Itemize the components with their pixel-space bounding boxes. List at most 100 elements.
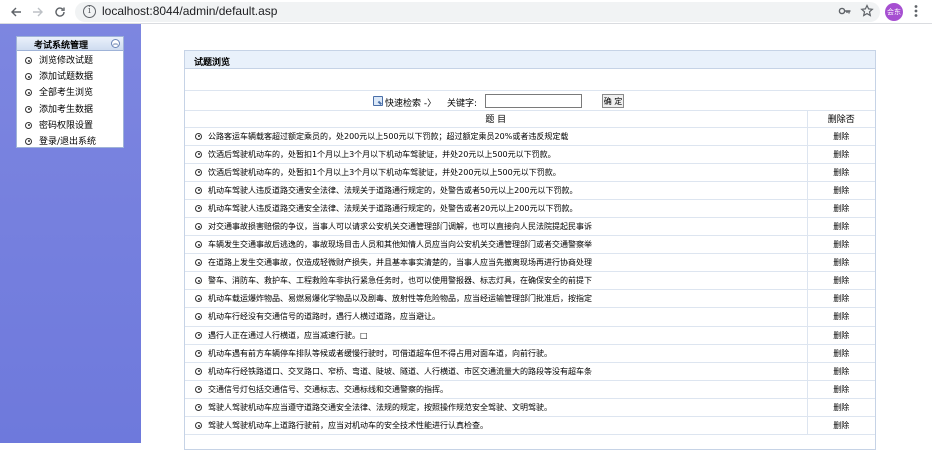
bullet-icon [195, 132, 202, 140]
bullet-icon [25, 89, 32, 97]
delete-link[interactable]: 删除 [807, 398, 875, 418]
table-row: 公路客运车辆载客超过额定乘员的，处200元以上500元以下罚款；超过额定乘员20… [185, 127, 875, 146]
bullet-icon [195, 204, 202, 212]
sidebar-item-label[interactable]: 登录/退出系统 [39, 137, 96, 147]
delete-link[interactable]: 删除 [807, 344, 875, 363]
panel-spacer [185, 69, 875, 91]
question-text[interactable]: 驾驶人驾驶机动车上道路行驶前，应当对机动车的安全技术性能进行认真检查。 [208, 421, 488, 430]
reload-icon[interactable] [51, 3, 69, 21]
question-text[interactable]: 对交通事故损害赔偿的争议，当事人可以请求公安机关交通管理部门调解，也可以直接向人… [208, 222, 592, 231]
address-url[interactable]: localhost:8044/admin/default.asp [102, 4, 277, 18]
delete-link[interactable]: 删除 [807, 326, 875, 345]
keyword-input[interactable] [485, 94, 582, 108]
delete-link[interactable]: 删除 [807, 181, 875, 200]
table-row: 机动车遇有前方车辆停车排队等候或者缓慢行驶时，可借道超车但不得占用对面车道，向前… [185, 344, 875, 363]
key-icon[interactable] [838, 3, 852, 22]
sidebar-item-login-logout[interactable]: 登录/退出系统 [17, 134, 123, 150]
sidebar-item-add-questions[interactable]: 添加试题数据 [17, 69, 123, 85]
address-bar[interactable]: i localhost:8044/admin/default.asp [75, 2, 880, 22]
table-row: 机动车驾驶人违反道路交通安全法律、法规关于道路通行规定的，处警告或者50元以上2… [185, 181, 875, 200]
table-row: 机动车载运爆炸物品、易燃易爆化学物品以及剧毒、放射性等危险物品，应当经运输管理部… [185, 289, 875, 309]
question-text[interactable]: 机动车驾驶人违反道路交通安全法律、法规关于道路通行规定的，处警告或者20元以上2… [208, 204, 577, 213]
question-cell: 机动车遇有前方车辆停车排队等候或者缓慢行驶时，可借道超车但不得占用对面车道，向前… [185, 344, 808, 363]
sidebar-item-label[interactable]: 密码权限设置 [39, 121, 93, 131]
forward-arrow-icon[interactable] [29, 3, 47, 21]
sidebar-item-label[interactable]: 添加考生数据 [39, 105, 93, 115]
delete-link[interactable]: 删除 [807, 217, 875, 237]
question-text[interactable]: 机动车驾驶人违反道路交通安全法律、法规关于道路通行规定的，处警告或者50元以上2… [208, 186, 577, 195]
question-text[interactable]: 在道路上发生交通事故，仅造成轻微财产损失，并且基本事实清楚的，当事人应当先撤离现… [208, 258, 592, 267]
sidebar-item-browse-questions[interactable]: 浏览修改试题 [17, 53, 123, 69]
delete-link[interactable]: 删除 [807, 362, 875, 381]
sidebar-item-label[interactable]: 添加试题数据 [39, 72, 93, 82]
delete-link[interactable]: 删除 [807, 307, 875, 327]
sidebar-item-label[interactable]: 全部考生浏览 [39, 88, 93, 98]
column-header-delete: 删除否 [807, 111, 875, 128]
question-text[interactable]: 交通信号灯包括交通信号、交通标志、交通标线和交通警察的指挥。 [208, 385, 448, 394]
kebab-menu-icon[interactable] [913, 3, 919, 22]
table-row: 遇行人正在通过人行横道，应当减速行驶。□ 删除 [185, 326, 875, 345]
table-row: 饮酒后驾驶机动车的，处暂扣1个月以上3个月以下机动车驾驶证，并处20元以上500… [185, 145, 875, 164]
panel-header: 试题浏览 [185, 51, 875, 69]
main-content: 试题浏览 快速检索 -〉 关键字: 确 定 题 目 删除否 公路客运车辆载客超过… [141, 24, 932, 450]
delete-link[interactable]: 删除 [807, 127, 875, 146]
question-text[interactable]: 机动车行经铁路道口、交叉路口、窄桥、弯道、陡坡、隧道、人行横道、市区交通流量大的… [208, 367, 592, 376]
question-cell: 对交通事故损害赔偿的争议，当事人可以请求公安机关交通管理部门调解，也可以直接向人… [185, 217, 808, 237]
question-text[interactable]: 机动车行经没有交通信号的道路时，遇行人横过道路，应当避让。 [208, 312, 440, 321]
delete-link[interactable]: 删除 [807, 199, 875, 218]
profile-avatar[interactable]: 会东 [885, 3, 903, 21]
table-row: 机动车驾驶人违反道路交通安全法律、法规关于道路通行规定的，处警告或者20元以上2… [185, 199, 875, 218]
question-cell: 机动车载运爆炸物品、易燃易爆化学物品以及剧毒、放射性等危险物品，应当经运输管理部… [185, 289, 808, 309]
question-text[interactable]: 驾驶人驾驶机动车应当遵守道路交通安全法律、法规的规定，按照操作规范安全驾驶、文明… [208, 403, 552, 412]
sidebar-item-browse-examinees[interactable]: 全部考生浏览 [17, 85, 123, 101]
table-row: 驾驶人驾驶机动车上道路行驶前，应当对机动车的安全技术性能进行认真检查。 删除 [185, 416, 875, 436]
delete-link[interactable]: 删除 [807, 235, 875, 255]
question-cell: 公路客运车辆载客超过额定乘员的，处200元以上500元以下罚款；超过额定乘员20… [185, 127, 808, 146]
bullet-icon [195, 223, 202, 231]
delete-link[interactable]: 删除 [807, 163, 875, 182]
table-row: 警车、消防车、救护车、工程救险车非执行紧急任务时，也可以使用警报器、标志灯具，在… [185, 271, 875, 291]
question-cell: 机动车行经铁路道口、交叉路口、窄桥、弯道、陡坡、隧道、人行横道、市区交通流量大的… [185, 362, 808, 381]
table-row: 对交通事故损害赔偿的争议，当事人可以请求公安机关交通管理部门调解，也可以直接向人… [185, 217, 875, 237]
table-header-row: 题 目 删除否 [185, 111, 875, 128]
bullet-icon [195, 331, 202, 339]
delete-link[interactable]: 删除 [807, 289, 875, 309]
sidebar-item-password-settings[interactable]: 密码权限设置 [17, 118, 123, 134]
table-row: 车辆发生交通事故后逃逸的，事故现场目击人员和其他知情人员应当向公安机关交通管理部… [185, 235, 875, 255]
delete-link[interactable]: 删除 [807, 416, 875, 436]
question-text[interactable]: 机动车遇有前方车辆停车排队等候或者缓慢行驶时，可借道超车但不得占用对面车道，向前… [208, 349, 552, 358]
bullet-icon [25, 137, 32, 145]
delete-link[interactable]: 删除 [807, 253, 875, 273]
question-cell: 车辆发生交通事故后逃逸的，事故现场目击人员和其他知情人员应当向公安机关交通管理部… [185, 235, 808, 255]
question-text[interactable]: 车辆发生交通事故后逃逸的，事故现场目击人员和其他知情人员应当向公安机关交通管理部… [208, 240, 592, 249]
table-row: 交通信号灯包括交通信号、交通标志、交通标线和交通警察的指挥。 删除 [185, 380, 875, 399]
bullet-icon [195, 385, 202, 393]
question-text[interactable]: 遇行人正在通过人行横道，应当减速行驶。□ [208, 331, 368, 340]
delete-link[interactable]: 删除 [807, 271, 875, 291]
delete-link[interactable]: 删除 [807, 380, 875, 399]
sidebar-menu-header[interactable]: 考试系统管理 ︽ [17, 37, 123, 51]
question-text[interactable]: 饮酒后驾驶机动车的，处暂扣1个月以上3个月以下机动车驾驶证，并处200元以上50… [208, 168, 561, 177]
question-table: 题 目 删除否 公路客运车辆载客超过额定乘员的，处200元以上500元以下罚款；… [185, 111, 875, 436]
sidebar-item-label[interactable]: 浏览修改试题 [39, 56, 93, 66]
question-cell: 在道路上发生交通事故，仅造成轻微财产损失，并且基本事实清楚的，当事人应当先撤离现… [185, 253, 808, 273]
confirm-button[interactable]: 确 定 [602, 94, 624, 108]
bullet-icon [195, 186, 202, 194]
sidebar-item-add-examinees[interactable]: 添加考生数据 [17, 102, 123, 118]
question-text[interactable]: 机动车载运爆炸物品、易燃易爆化学物品以及剧毒、放射性等危险物品，应当经运输管理部… [208, 294, 592, 303]
delete-link[interactable]: 删除 [807, 145, 875, 164]
info-icon[interactable]: i [83, 5, 96, 18]
question-text[interactable]: 饮酒后驾驶机动车的，处暂扣1个月以上3个月以下机动车驾驶证，并处20元以上500… [208, 150, 556, 159]
keyword-label: 关键字: [447, 99, 478, 109]
question-cell: 驾驶人驾驶机动车上道路行驶前，应当对机动车的安全技术性能进行认真检查。 [185, 416, 808, 436]
question-cell: 警车、消防车、救护车、工程救险车非执行紧急任务时，也可以使用警报器、标志灯具，在… [185, 271, 808, 291]
question-cell: 饮酒后驾驶机动车的，处暂扣1个月以上3个月以下机动车驾驶证，并处200元以上50… [185, 163, 808, 182]
bullet-icon [195, 277, 202, 285]
question-text[interactable]: 警车、消防车、救护车、工程救险车非执行紧急任务时，也可以使用警报器、标志灯具，在… [208, 276, 592, 285]
table-row: 机动车行经铁路道口、交叉路口、窄桥、弯道、陡坡、隧道、人行横道、市区交通流量大的… [185, 362, 875, 381]
chevron-double-up-icon[interactable]: ︽ [111, 39, 120, 48]
question-cell: 交通信号灯包括交通信号、交通标志、交通标线和交通警察的指挥。 [185, 380, 808, 399]
star-icon[interactable] [860, 3, 874, 22]
back-arrow-icon[interactable] [7, 3, 25, 21]
question-text[interactable]: 公路客运车辆载客超过额定乘员的，处200元以上500元以下罚款；超过额定乘员20… [208, 132, 568, 141]
